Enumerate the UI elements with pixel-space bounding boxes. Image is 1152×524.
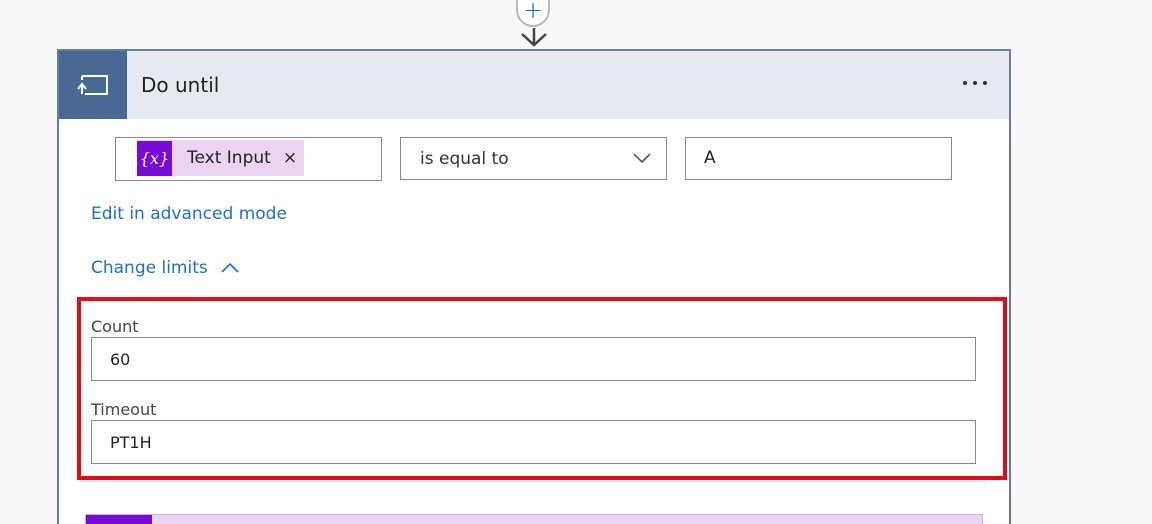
condition-left-field[interactable]: {x} Text Input ×	[115, 137, 382, 181]
operator-label: is equal to	[420, 149, 509, 169]
loop-icon	[59, 51, 127, 119]
operator-dropdown[interactable]: is equal to	[400, 137, 667, 180]
timeout-input[interactable]: PT1H	[91, 420, 976, 464]
nested-action-icon	[86, 515, 152, 524]
count-input[interactable]: 60	[91, 337, 976, 381]
token-label: Text Input	[187, 148, 271, 168]
edit-advanced-mode-link[interactable]: Edit in advanced mode	[91, 204, 287, 224]
plus-icon: +	[522, 0, 544, 24]
card-title: Do until	[141, 73, 220, 97]
divider	[81, 481, 987, 482]
timeout-label: Timeout	[91, 400, 157, 419]
do-until-card: Do until {x} Text Input × is equal to A …	[57, 49, 1011, 524]
nested-action-card[interactable]	[85, 514, 983, 524]
count-label: Count	[91, 317, 139, 336]
flow-canvas: + Do until {x} Text Input × is equal to …	[0, 0, 1152, 524]
more-horizontal-icon[interactable]	[955, 71, 995, 95]
variable-icon: {x}	[137, 140, 172, 176]
card-header[interactable]: Do until	[59, 51, 1009, 119]
condition-value-input[interactable]: A	[685, 137, 952, 180]
change-limits-label: Change limits	[91, 258, 208, 278]
chevron-down-icon	[633, 153, 651, 164]
add-step-button[interactable]: +	[516, 0, 550, 27]
dynamic-content-token[interactable]: {x} Text Input ×	[137, 140, 304, 176]
close-icon[interactable]: ×	[283, 148, 297, 168]
chevron-up-icon	[221, 262, 239, 273]
arrow-down-icon	[521, 28, 547, 47]
change-limits-link[interactable]: Change limits	[91, 258, 240, 278]
